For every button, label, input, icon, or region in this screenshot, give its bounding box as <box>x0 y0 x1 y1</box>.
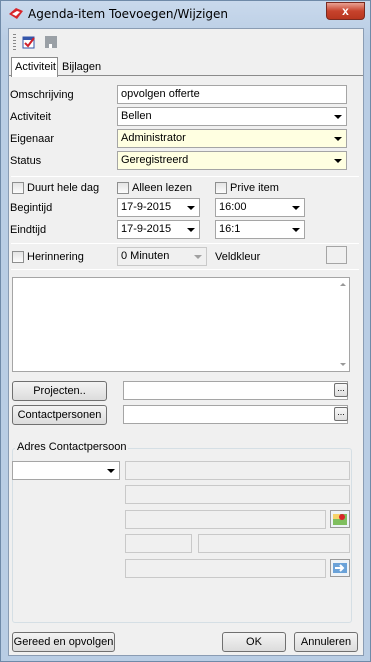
gereed-button-label: Gereed en opvolgen <box>13 636 114 648</box>
projecten-field[interactable] <box>123 381 348 400</box>
close-button[interactable]: x <box>326 2 365 20</box>
adres-field-2[interactable] <box>125 485 350 504</box>
end-time-select[interactable]: 16:1 <box>215 220 305 239</box>
tab-activiteit-label: Activiteit <box>15 61 56 73</box>
dialog-client: Activiteit Bijlagen Omschrijving opvolge… <box>8 28 364 656</box>
activiteit-panel: Omschrijving opvolgen offerte Activiteit… <box>9 75 363 655</box>
begin-time-select[interactable]: 16:00 <box>215 198 305 217</box>
end-date-value: 17-9-2015 <box>121 223 172 235</box>
ok-button-label: OK <box>246 636 262 648</box>
calendar-check-icon[interactable] <box>21 34 37 50</box>
herinnering-value: 0 Minuten <box>121 250 170 262</box>
map-icon <box>333 514 347 525</box>
activiteit-select[interactable]: Bellen <box>117 107 347 126</box>
duurt-hele-dag-label: Duurt hele dag <box>27 182 100 194</box>
alleen-lezen-checkbox[interactable] <box>117 182 129 194</box>
notes-scrollbar[interactable] <box>337 278 349 371</box>
chevron-down-icon <box>194 255 202 259</box>
tab-bijlagen[interactable]: Bijlagen <box>58 57 102 77</box>
status-value: Geregistreerd <box>121 154 189 166</box>
begin-date-value: 17-9-2015 <box>121 201 172 213</box>
scroll-up-icon[interactable] <box>340 283 346 286</box>
notes-textarea[interactable] <box>12 277 350 372</box>
route-icon <box>333 563 347 573</box>
annuleren-button[interactable]: Annuleren <box>294 632 358 652</box>
end-time-value: 16:1 <box>219 223 241 235</box>
contactpersonen-field[interactable] <box>123 405 348 424</box>
activiteit-label: Activiteit <box>10 111 51 123</box>
contactpersonen-button-label: Contactpersonen <box>17 409 102 421</box>
end-date-picker[interactable]: 17-9-2015 <box>117 220 200 239</box>
alleen-lezen-label: Alleen lezen <box>132 182 192 194</box>
toolbar <box>9 29 363 55</box>
scroll-down-icon[interactable] <box>340 363 346 366</box>
chevron-down-icon <box>292 228 300 232</box>
chevron-down-icon <box>292 206 300 210</box>
veldkleur-color-picker[interactable] <box>326 246 347 264</box>
projecten-browse-button[interactable]: ... <box>334 383 348 397</box>
adres-field-4[interactable] <box>125 559 326 578</box>
begin-time-value: 16:00 <box>219 201 247 213</box>
eigenaar-value: Administrator <box>121 132 186 144</box>
contactpersonen-button[interactable]: Contactpersonen <box>12 405 107 425</box>
chevron-down-icon <box>334 159 342 163</box>
postcode-field[interactable] <box>125 534 192 553</box>
omschrijving-label: Omschrijving <box>10 89 74 101</box>
tab-bijlagen-label: Bijlagen <box>62 61 102 73</box>
ellipsis-icon: ... <box>337 383 345 393</box>
veldkleur-label: Veldkleur <box>215 251 261 263</box>
begin-date-picker[interactable]: 17-9-2015 <box>117 198 200 217</box>
status-select[interactable]: Geregistreerd <box>117 151 347 170</box>
toolbar-grip-icon[interactable] <box>13 34 16 50</box>
route-button[interactable] <box>330 559 350 577</box>
annuleren-button-label: Annuleren <box>300 636 352 648</box>
activiteit-value: Bellen <box>121 110 152 122</box>
map-button[interactable] <box>330 510 350 528</box>
app-logo-icon <box>9 8 23 19</box>
herinnering-select[interactable]: 0 Minuten <box>117 247 207 266</box>
omschrijving-input[interactable]: opvolgen offerte <box>117 85 347 104</box>
chevron-down-icon <box>334 137 342 141</box>
duurt-hele-dag-checkbox[interactable] <box>12 182 24 194</box>
divider <box>11 176 359 177</box>
divider <box>11 269 359 270</box>
chevron-down-icon <box>187 206 195 210</box>
eigenaar-label: Eigenaar <box>10 133 55 145</box>
window-title: Agenda-item Toevoegen/Wijzigen <box>28 7 229 21</box>
herinnering-label: Herinnering <box>27 251 84 263</box>
adres-field-1[interactable] <box>125 461 350 480</box>
eindtijd-label: Eindtijd <box>10 224 47 236</box>
chevron-down-icon <box>107 469 115 473</box>
prive-item-label: Prive item <box>230 182 279 194</box>
ok-button[interactable]: OK <box>222 632 286 652</box>
dialog-window: Agenda-item Toevoegen/Wijzigen x Activit… <box>0 0 371 662</box>
adres-contactpersoon-title: Adres Contactpersoon <box>15 441 129 453</box>
herinnering-checkbox[interactable] <box>12 251 24 263</box>
ellipsis-icon: ... <box>337 407 345 417</box>
omschrijving-value: opvolgen offerte <box>121 88 200 100</box>
begintijd-label: Begintijd <box>10 202 53 214</box>
projecten-button[interactable]: Projecten.. <box>12 381 107 401</box>
close-icon: x <box>342 4 349 18</box>
chevron-down-icon <box>334 115 342 119</box>
adres-type-select[interactable] <box>12 461 120 480</box>
gereed-en-opvolgen-button[interactable]: Gereed en opvolgen <box>12 632 115 652</box>
adres-field-3[interactable] <box>125 510 326 529</box>
eigenaar-select[interactable]: Administrator <box>117 129 347 148</box>
chevron-down-icon <box>187 228 195 232</box>
prive-item-checkbox[interactable] <box>215 182 227 194</box>
tab-activiteit[interactable]: Activiteit <box>11 57 58 77</box>
title-bar: Agenda-item Toevoegen/Wijzigen x <box>1 1 370 26</box>
contactpersonen-browse-button[interactable]: ... <box>334 407 348 421</box>
divider <box>11 243 359 244</box>
plaats-field[interactable] <box>198 534 350 553</box>
save-icon[interactable] <box>43 34 59 50</box>
status-label: Status <box>10 155 42 167</box>
projecten-button-label: Projecten.. <box>33 385 86 397</box>
